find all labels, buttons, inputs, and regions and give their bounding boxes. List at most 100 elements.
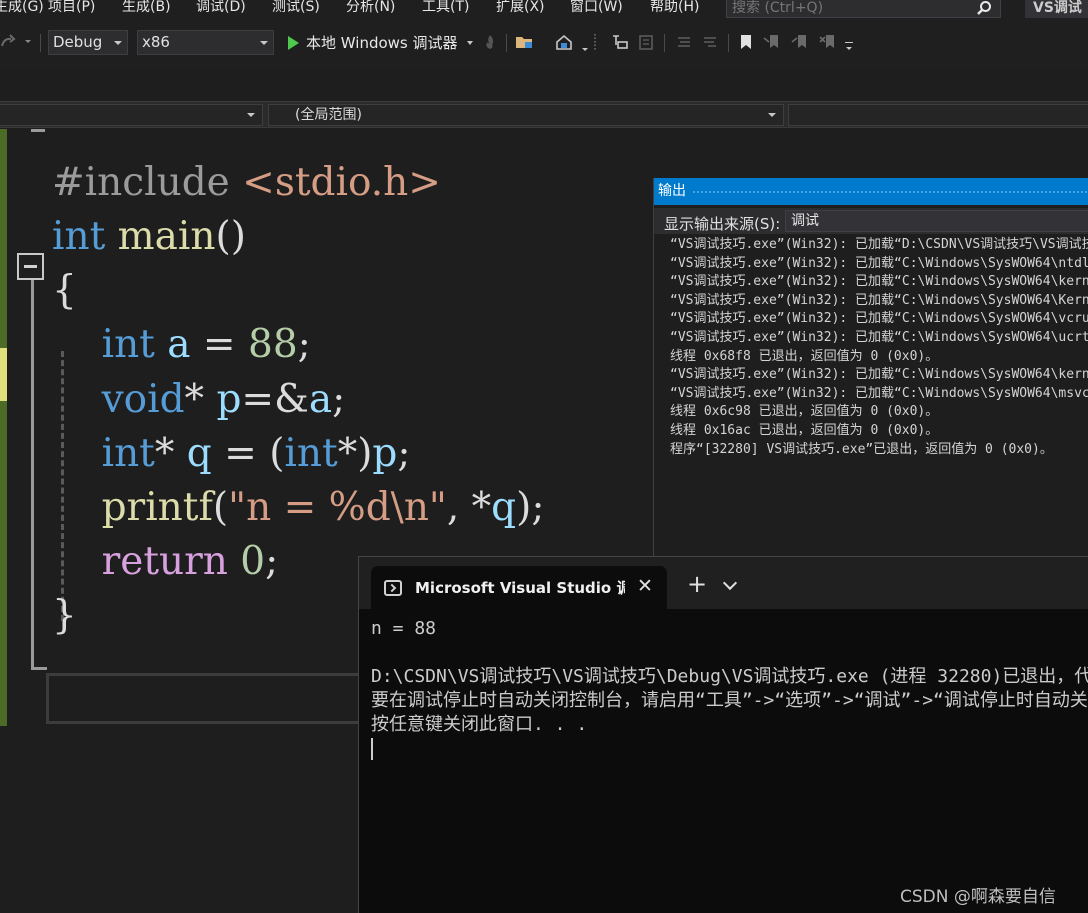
bookmark-icon[interactable]: [736, 32, 756, 52]
console-line: 按任意键关闭此窗口. . .: [371, 714, 588, 735]
console-line: D:\CSDN\VS调试技巧\VS调试技巧\Debug\VS调试技巧.exe (…: [371, 666, 1088, 687]
chevron-down-icon[interactable]: [846, 47, 852, 50]
play-icon: [288, 36, 299, 50]
menu-item-tools[interactable]: 工具(T): [422, 0, 469, 18]
uncomment-lines-icon[interactable]: [700, 32, 720, 52]
clear-bookmarks-icon[interactable]: [818, 32, 838, 52]
menu-item-help[interactable]: 帮助(H): [650, 0, 699, 18]
code-line[interactable]: {: [52, 265, 77, 317]
scope-dropdown[interactable]: (全局范围): [268, 104, 784, 126]
console-tab-title: Microsoft Visual Studio 调试控制台: [415, 579, 625, 597]
close-icon[interactable]: ✕: [635, 576, 655, 596]
console-tab[interactable]: Microsoft Visual Studio 调试控制台 ✕: [371, 566, 667, 609]
toolbar-overflow-icon[interactable]: [845, 42, 853, 43]
code-line[interactable]: }: [52, 590, 77, 642]
code-token: *: [154, 431, 187, 476]
code-line[interactable]: #include <stdio.h>: [52, 157, 441, 209]
drag-grip[interactable]: [692, 190, 1088, 195]
menu-item-debug[interactable]: 调试(D): [196, 0, 246, 18]
code-token: ;: [297, 322, 311, 367]
code-line[interactable]: void* p=&a;: [52, 374, 346, 426]
chevron-down-icon[interactable]: [467, 41, 474, 45]
search-input[interactable]: [732, 0, 972, 16]
unsaved-change-marker: [0, 348, 7, 401]
chevron-down-icon[interactable]: [582, 48, 588, 51]
member-dropdown[interactable]: [788, 104, 1088, 126]
comment-lines-icon[interactable]: [674, 32, 694, 52]
code-token: int: [284, 431, 338, 476]
platform-value: x86: [142, 33, 170, 51]
redo-icon[interactable]: [0, 32, 18, 52]
output-line: “VS调试技巧.exe”(Win32): 已加载“C:\Windows\SysW…: [670, 255, 1088, 271]
previous-bookmark-icon[interactable]: [762, 32, 782, 52]
collapse-icon[interactable]: [17, 253, 44, 280]
start-debugging-button[interactable]: 本地 Windows 调试器: [284, 31, 474, 55]
toolbar-separator: [40, 34, 41, 52]
home-icon[interactable]: [554, 32, 574, 52]
code-token: q: [491, 485, 517, 530]
menu-item-project[interactable]: 项目(P): [48, 0, 95, 18]
outline-fold-end: [31, 667, 47, 670]
menu-item-extensions[interactable]: 扩展(X): [496, 0, 545, 18]
outline-marker: [31, 129, 45, 132]
code-line[interactable]: printf("n = %d\n", *q);: [52, 482, 545, 534]
output-source-label: 显示输出来源(S):: [664, 215, 781, 233]
scope-value: (全局范围): [295, 107, 362, 123]
search-box[interactable]: [726, 0, 1001, 18]
code-token: ;: [332, 377, 346, 422]
next-bookmark-icon[interactable]: [790, 32, 810, 52]
code-line[interactable]: int main(): [52, 211, 246, 263]
output-title-bar[interactable]: 输出: [654, 178, 1088, 205]
code-token: (: [212, 485, 229, 530]
code-token: void: [101, 377, 185, 422]
console-line: [371, 737, 1088, 761]
platform-select[interactable]: x86: [137, 30, 274, 55]
hot-reload-icon[interactable]: [480, 32, 500, 52]
output-line: 线程 0x6c98 已退出，返回值为 0 (0x0)。: [670, 404, 939, 420]
code-token: a: [167, 322, 191, 367]
menu-item-build-g[interactable]: 生成(G): [0, 0, 44, 18]
watermark: CSDN @啊森要自信: [900, 887, 1056, 907]
plus-icon[interactable]: +: [687, 572, 707, 596]
menu-item-build[interactable]: 生成(B): [122, 0, 171, 18]
step-into-icon[interactable]: [610, 32, 630, 52]
folder-icon[interactable]: [514, 32, 534, 52]
code-line[interactable]: int* q = (int*)p;: [52, 428, 411, 480]
output-source-select[interactable]: 调试: [785, 210, 1088, 232]
code-line[interactable]: int a = 88;: [52, 319, 311, 371]
console-output[interactable]: n = 88 D:\CSDN\VS调试技巧\VS调试技巧\Debug\VS调试技巧…: [371, 617, 1088, 761]
code-token: {: [52, 268, 77, 313]
editor-input-box[interactable]: [46, 673, 376, 724]
terminal-icon: [384, 580, 402, 596]
code-token: (): [215, 214, 246, 259]
configuration-value: Debug: [53, 33, 103, 51]
code-token: return: [101, 539, 228, 584]
code-token: = (: [211, 431, 285, 476]
code-token: ;: [397, 431, 411, 476]
menu-item-analyze[interactable]: 分析(N): [346, 0, 395, 18]
console-line: 要在调试停止时自动关闭控制台，请启用“工具”->“选项”->“调试”->“调试停…: [371, 690, 1088, 711]
chevron-down-icon[interactable]: [722, 575, 738, 591]
output-line: 线程 0x68f8 已退出，返回值为 0 (0x0)。: [670, 348, 939, 364]
output-log: “VS调试技巧.exe”(Win32): 已加载“D:\CSDN\VS调试技巧\…: [670, 236, 1088, 459]
output-title: 输出: [658, 183, 686, 199]
menu-bar: 生成(G) 项目(P) 生成(B) 调试(D) 测试(S) 分析(N) 工具(T…: [0, 0, 1088, 18]
search-icon[interactable]: [976, 0, 992, 16]
step-out-icon[interactable]: [636, 32, 656, 52]
menu-item-window[interactable]: 窗口(W): [570, 0, 623, 18]
change-tracking-bar: [0, 129, 7, 726]
code-token: <stdio.h>: [242, 160, 441, 205]
code-line[interactable]: return 0;: [52, 536, 279, 588]
redo-dropdown-icon[interactable]: [25, 40, 31, 43]
code-token: q: [186, 431, 212, 476]
project-dropdown[interactable]: [0, 104, 263, 126]
configuration-select[interactable]: Debug: [48, 30, 128, 55]
solution-title: VS调试: [1025, 0, 1088, 18]
code-token: int: [101, 431, 155, 476]
menu-item-test[interactable]: 测试(S): [272, 0, 320, 18]
